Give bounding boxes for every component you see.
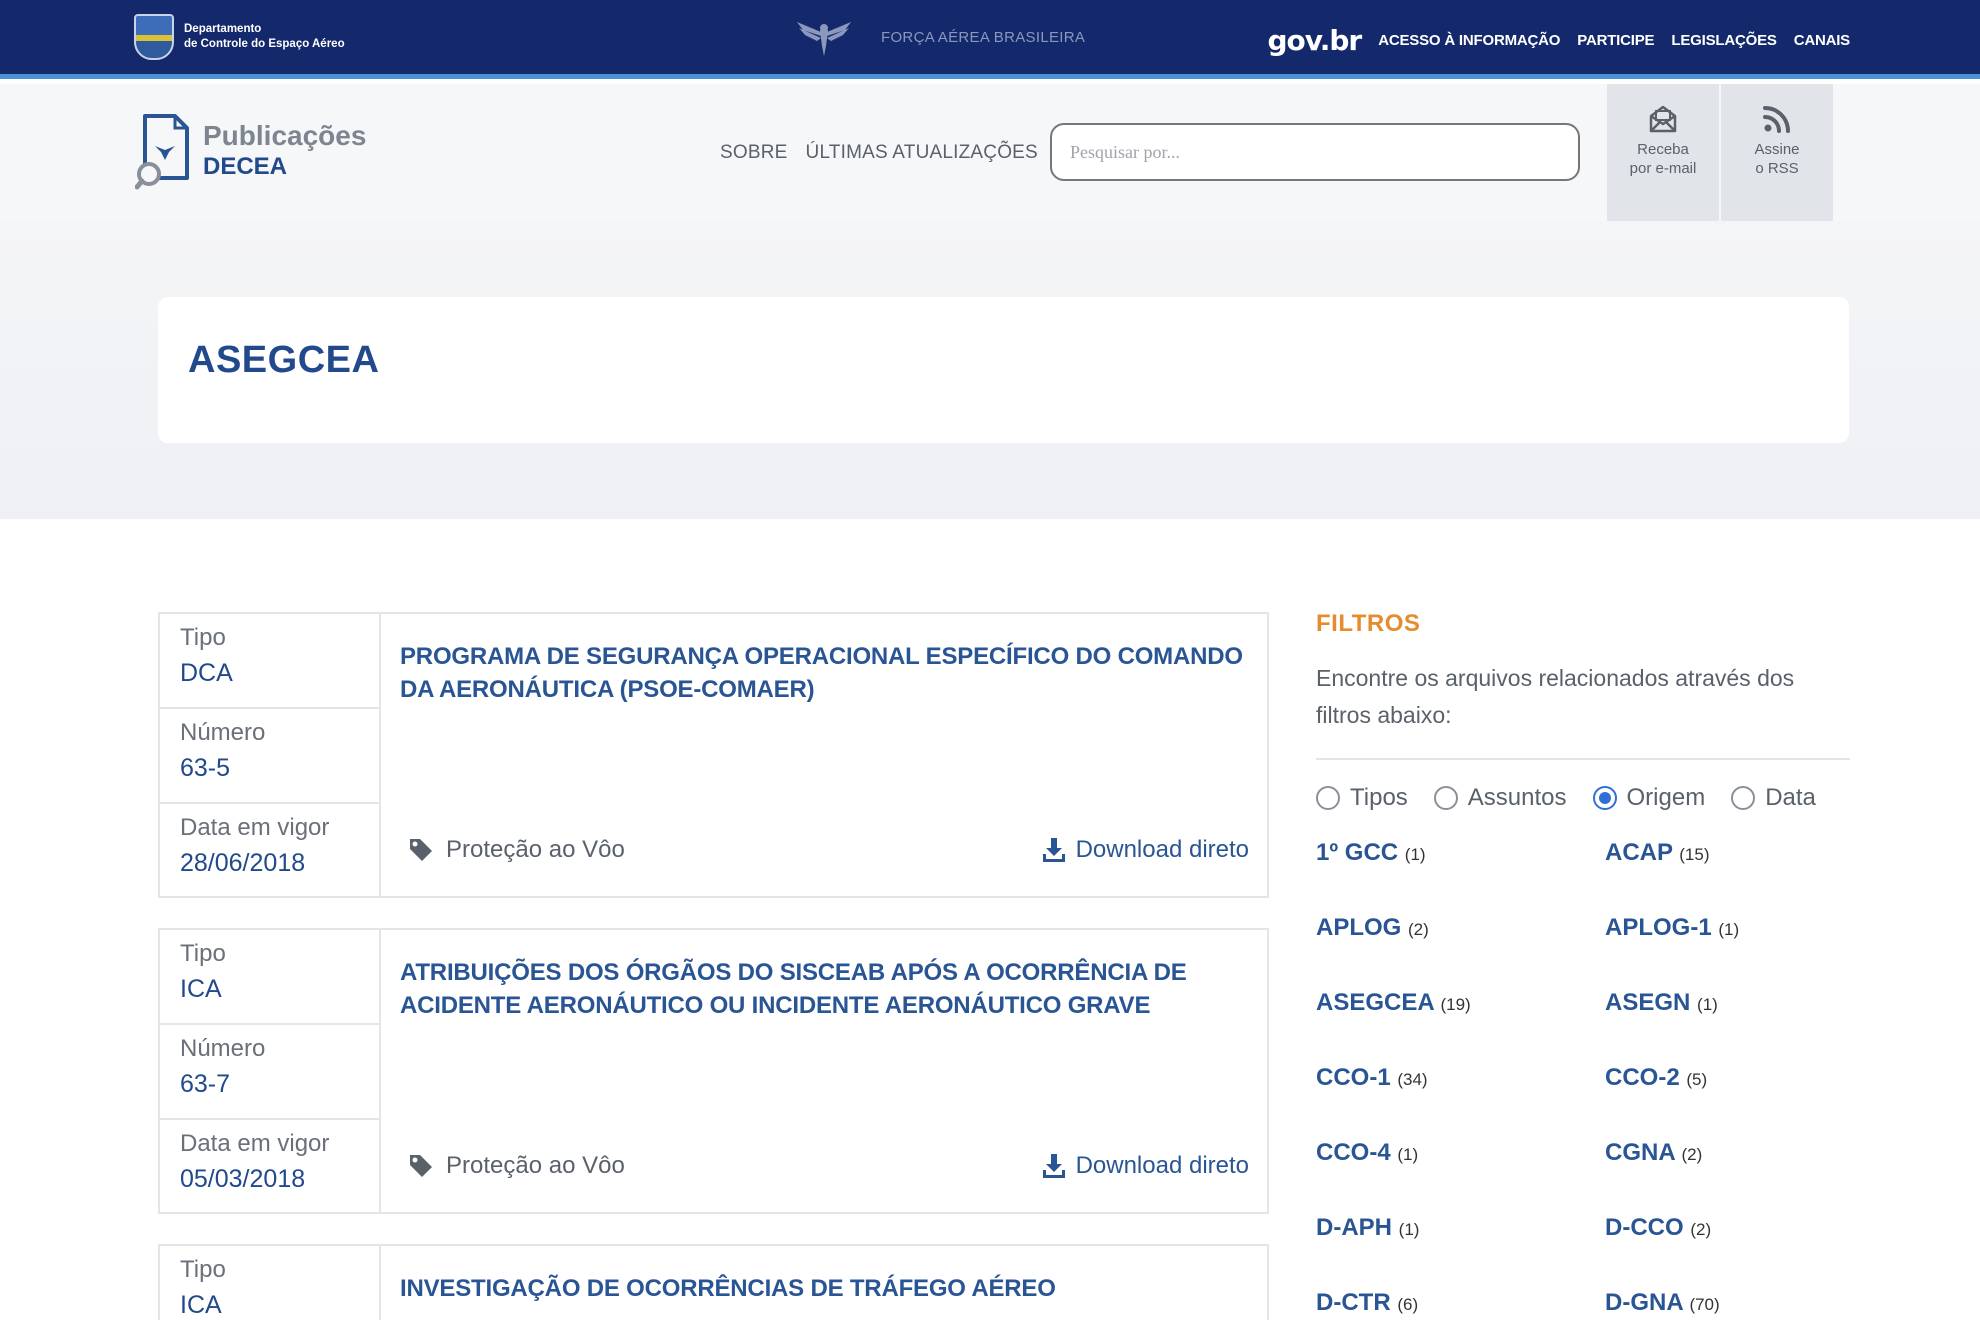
fab-brand[interactable]: FORÇA AÉREA BRASILEIRA xyxy=(795,16,1085,58)
fab-wings-icon xyxy=(797,22,851,56)
email-subscribe-button[interactable]: Receba por e-mail xyxy=(1607,84,1719,221)
radio-assuntos[interactable]: Assuntos xyxy=(1433,784,1567,812)
radio-tipos[interactable]: Tipos xyxy=(1316,784,1408,812)
radio-button[interactable] xyxy=(1433,786,1458,810)
meta-tipo: Tipo ICA xyxy=(160,1246,379,1320)
publication-title-link[interactable]: PROGRAMA DE SEGURANÇA OPERACIONAL ESPECÍ… xyxy=(400,640,1260,706)
download-icon xyxy=(1042,1154,1065,1178)
filter-item[interactable]: CGNA (2) xyxy=(1605,1134,1850,1174)
gov-link-participe[interactable]: PARTICIPE xyxy=(1577,32,1654,49)
data-value: 05/03/2018 xyxy=(180,1165,306,1193)
brand-text: Publicações DECEA xyxy=(203,120,366,182)
filters-description: Encontre os arquivos relacionados atravé… xyxy=(1316,665,1795,728)
brand-decea: DECEA xyxy=(203,153,288,180)
filter-origin-list: 1º GCC (1) ACAP (15) APLOG (2) APLOG-1 (… xyxy=(1316,834,1850,1320)
publication-meta: Tipo DCA Número 63-5 Data em vigor 28/06… xyxy=(160,614,381,896)
main-nav: SOBRE ÚLTIMAS ATUALIZAÇÕES xyxy=(720,142,1038,164)
filters-panel: FILTROS Encontre os arquivos relacionado… xyxy=(1316,610,1850,1320)
radio-origem[interactable]: Origem xyxy=(1592,784,1705,812)
filter-item[interactable]: D-CTR (6) xyxy=(1316,1284,1605,1320)
radio-button-selected[interactable] xyxy=(1592,786,1617,810)
meta-tipo: Tipo ICA xyxy=(160,930,379,1025)
nav-sobre[interactable]: SOBRE xyxy=(720,142,788,164)
publication-tag[interactable]: Proteção ao Vôo xyxy=(408,1152,625,1180)
meta-tipo: Tipo DCA xyxy=(160,614,379,709)
filter-item[interactable]: 1º GCC (1) xyxy=(1316,834,1605,874)
filter-item[interactable]: CCO-2 (5) xyxy=(1605,1059,1850,1099)
publication-meta: Tipo ICA Número 63-7 Data em vigor 05/03… xyxy=(160,930,381,1212)
filter-item[interactable]: D-GNA (70) xyxy=(1605,1284,1850,1320)
nav-ultimas-atualizacoes[interactable]: ÚLTIMAS ATUALIZAÇÕES xyxy=(806,142,1038,164)
meta-data: Data em vigor 28/06/2018 xyxy=(160,804,379,899)
download-link[interactable]: Download direto xyxy=(1042,1152,1249,1180)
site-header: Publicações DECEA SOBRE ÚLTIMAS ATUALIZA… xyxy=(0,84,1980,221)
site-brand[interactable]: Publicações DECEA xyxy=(135,112,366,190)
meta-data: Data em vigor 05/03/2018 xyxy=(160,1120,379,1215)
gov-top-bar: Departamento de Controle do Espaço Aéreo… xyxy=(0,0,1980,79)
radio-button[interactable] xyxy=(1731,786,1756,810)
fab-text: FORÇA AÉREA BRASILEIRA xyxy=(881,28,1086,46)
page-title: ASEGCEA xyxy=(188,339,380,381)
filter-item[interactable]: CCO-4 (1) xyxy=(1316,1134,1605,1174)
filter-item[interactable]: CCO-1 (34) xyxy=(1316,1059,1605,1099)
gov-link-legislacoes[interactable]: LEGISLAÇÕES xyxy=(1671,32,1777,49)
document-search-icon xyxy=(135,114,189,190)
govbr-logo[interactable]: gov.br xyxy=(1267,24,1362,57)
filter-item[interactable]: ASEGCEA (19) xyxy=(1316,984,1605,1024)
brand-publicacoes: Publicações xyxy=(203,120,367,151)
gov-link-canais[interactable]: CANAIS xyxy=(1794,32,1851,49)
envelope-icon xyxy=(1649,105,1677,133)
filter-item[interactable]: APLOG (2) xyxy=(1316,909,1605,949)
filter-item[interactable]: ASEGN (1) xyxy=(1605,984,1850,1024)
search-input[interactable] xyxy=(1050,123,1580,181)
numero-value: 63-7 xyxy=(180,1070,231,1098)
decea-logo[interactable]: Departamento de Controle do Espaço Aéreo xyxy=(134,14,345,60)
tag-icon xyxy=(410,1155,432,1177)
publication-tag[interactable]: Proteção ao Vôo xyxy=(408,836,625,864)
filter-item[interactable]: APLOG-1 (1) xyxy=(1605,909,1850,949)
tag-icon xyxy=(410,839,432,861)
gov-link-acesso[interactable]: ACESSO À INFORMAÇÃO xyxy=(1378,32,1560,49)
tipo-value: ICA xyxy=(180,975,222,1003)
filters-title: FILTROS xyxy=(1316,610,1421,637)
meta-numero: Número 63-5 xyxy=(160,709,379,804)
filter-item[interactable]: D-CCO (2) xyxy=(1605,1209,1850,1249)
gov-links: gov.br ACESSO À INFORMAÇÃO PARTICIPE LEG… xyxy=(1267,24,1850,57)
download-icon xyxy=(1042,838,1065,862)
tipo-value: ICA xyxy=(180,1291,222,1319)
meta-numero: Número 63-7 xyxy=(160,1025,379,1120)
rss-icon xyxy=(1763,106,1790,133)
publication-title-link[interactable]: ATRIBUIÇÕES DOS ÓRGÃOS DO SISCEAB APÓS A… xyxy=(400,956,1260,1022)
publication-card: Tipo ICA Número 63-7 Data em vigor 05/03… xyxy=(158,928,1269,1214)
publication-card: Tipo ICA INVESTIGAÇÃO DE OCORRÊNCIAS DE … xyxy=(158,1244,1269,1320)
publication-title-link[interactable]: INVESTIGAÇÃO DE OCORRÊNCIAS DE TRÁFEGO A… xyxy=(400,1272,1260,1305)
data-value: 28/06/2018 xyxy=(180,849,306,877)
decea-shield-icon xyxy=(134,14,174,60)
hero-card: ASEGCEA xyxy=(158,297,1849,443)
filter-item[interactable]: ACAP (15) xyxy=(1605,834,1850,874)
decea-logo-text: Departamento de Controle do Espaço Aéreo xyxy=(184,23,345,50)
filters-divider xyxy=(1316,758,1850,760)
filter-type-radios: Tipos Assuntos Origem Data xyxy=(1316,784,1850,812)
radio-data[interactable]: Data xyxy=(1731,784,1816,812)
filter-item[interactable]: D-APH (1) xyxy=(1316,1209,1605,1249)
rss-subscribe-button[interactable]: Assine o RSS xyxy=(1721,84,1833,221)
hero-section: ASEGCEA xyxy=(0,221,1980,519)
radio-button[interactable] xyxy=(1316,786,1340,810)
publication-card: Tipo DCA Número 63-5 Data em vigor 28/06… xyxy=(158,612,1269,898)
publication-meta: Tipo ICA xyxy=(160,1246,381,1320)
numero-value: 63-5 xyxy=(180,754,231,782)
tipo-value: DCA xyxy=(180,659,233,687)
download-link[interactable]: Download direto xyxy=(1042,836,1249,864)
